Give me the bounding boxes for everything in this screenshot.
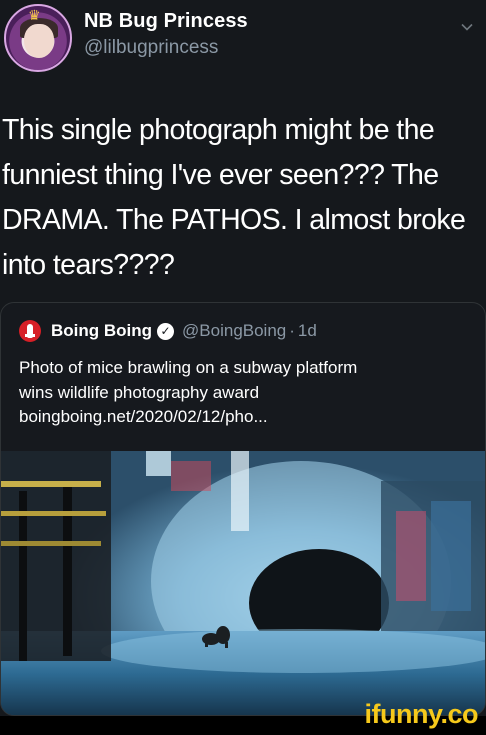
quoted-tweet[interactable]: Boing Boing ✓ @BoingBoing · 1d Photo of … xyxy=(0,302,486,716)
tweet-header: ♛ NB Bug Princess @lilbugprincess xyxy=(0,0,486,80)
tweet-card: ♛ NB Bug Princess @lilbugprincess This s… xyxy=(0,0,486,716)
crown-icon: ♛ xyxy=(28,7,41,23)
quoted-link[interactable]: boingboing.net/2020/02/12/pho... xyxy=(19,405,469,430)
quoted-display-name[interactable]: Boing Boing xyxy=(51,321,152,341)
verified-badge-icon: ✓ xyxy=(157,322,175,340)
quoted-timestamp[interactable]: 1d xyxy=(298,321,317,341)
avatar-face xyxy=(24,24,54,58)
boingboing-logo-icon xyxy=(19,320,41,342)
chevron-down-icon[interactable] xyxy=(460,20,474,34)
author-display-name[interactable]: NB Bug Princess xyxy=(84,10,248,33)
quoted-text-line: Photo of mice brawling on a subway platf… xyxy=(19,358,358,377)
tweet-text: This single photograph might be the funn… xyxy=(2,108,482,288)
tweet-text-line: This single photograph might be the xyxy=(2,114,435,146)
subway-mice-photo[interactable] xyxy=(1,451,485,715)
tweet-text-line: into tears???? xyxy=(2,249,175,281)
author-handle[interactable]: @lilbugprincess xyxy=(84,37,218,59)
tweet-text-line: funniest thing I've ever seen??? The xyxy=(2,159,439,191)
separator-dot: · xyxy=(289,321,295,340)
quoted-text-line: wins wildlife photography award xyxy=(19,382,260,402)
ifunny-watermark: ifunny.co xyxy=(364,699,479,729)
avatar[interactable]: ♛ xyxy=(4,4,72,72)
quoted-tweet-header: Boing Boing ✓ @BoingBoing · 1d xyxy=(19,318,317,344)
photo-illustration xyxy=(1,451,485,715)
tweet-text-line: DRAMA. The PATHOS. I almost broke xyxy=(2,204,466,236)
quoted-tweet-text: Photo of mice brawling on a subway platf… xyxy=(19,356,469,430)
quoted-handle[interactable]: @BoingBoing xyxy=(182,321,286,341)
